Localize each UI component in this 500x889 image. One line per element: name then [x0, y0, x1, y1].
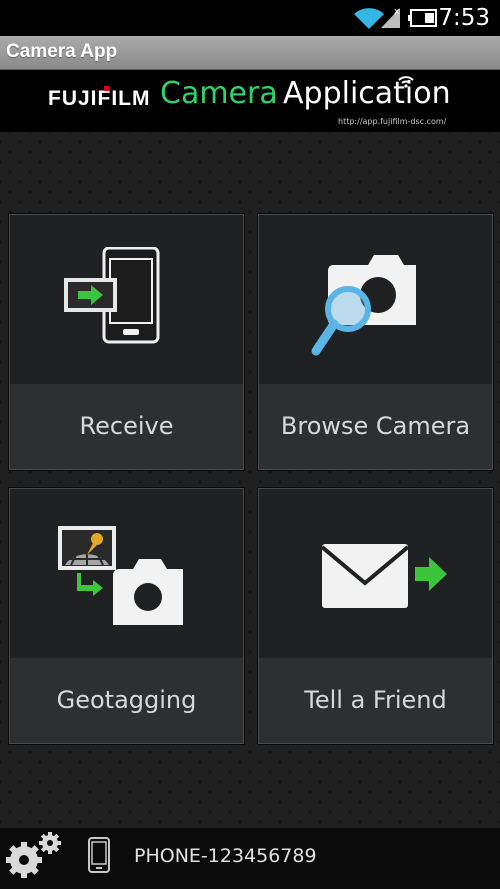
svg-text:x: x: [394, 7, 400, 17]
tile-icon-area: [10, 215, 243, 384]
status-bar: x 7:53: [0, 0, 500, 36]
footer-bar: PHONE-123456789: [0, 828, 500, 889]
wireless-logo-icon: [398, 76, 414, 88]
geotagging-label: Geotagging: [56, 686, 197, 714]
app-name-application: Application: [283, 76, 451, 111]
settings-gears-icon[interactable]: [2, 830, 66, 882]
header-banner: FUJIFILM Camera Application http://app.f…: [0, 70, 500, 132]
geotagging-icon: [58, 526, 183, 625]
title-bar: Camera App: [0, 36, 500, 70]
tell-a-friend-label: Tell a Friend: [304, 686, 447, 714]
tile-icon-area: [259, 215, 492, 384]
browse-camera-label: Browse Camera: [280, 412, 471, 440]
tile-label-area: Browse Camera: [259, 384, 492, 469]
app-title: Camera App: [6, 41, 118, 62]
tile-icon-area: [10, 489, 243, 658]
tile-icon-area: [259, 489, 492, 658]
status-time: 7:53: [438, 5, 490, 31]
app-name-camera: Camera: [160, 76, 278, 111]
app-url: http://app.fujifilm-dsc.com/: [338, 117, 447, 126]
receive-label: Receive: [79, 412, 174, 440]
tell-a-friend-button[interactable]: Tell a Friend: [258, 488, 493, 744]
geotagging-button[interactable]: Geotagging: [9, 488, 244, 744]
camera-app-screen: x 7:53 Camera App FUJIFILM Camera Applic…: [0, 0, 500, 889]
tile-label-area: Receive: [10, 384, 243, 469]
battery-icon: [408, 9, 437, 27]
mail-arrow-icon: [321, 544, 447, 608]
main-menu-grid: Receive Browse Camera Geotagging Tell a …: [0, 132, 500, 828]
brand-logo-text: FUJIFILM: [48, 87, 151, 110]
receive-phone-icon: [64, 247, 160, 344]
brand-red-mark: [104, 86, 109, 91]
tile-label-area: Geotagging: [10, 658, 243, 743]
signal-icon: x: [381, 7, 400, 28]
receive-button[interactable]: Receive: [9, 214, 244, 470]
connected-device-name: PHONE-123456789: [134, 845, 317, 867]
browse-camera-icon: [311, 255, 416, 356]
tile-label-area: Tell a Friend: [259, 658, 492, 743]
phone-icon: [88, 837, 110, 873]
browse-camera-button[interactable]: Browse Camera: [258, 214, 493, 470]
